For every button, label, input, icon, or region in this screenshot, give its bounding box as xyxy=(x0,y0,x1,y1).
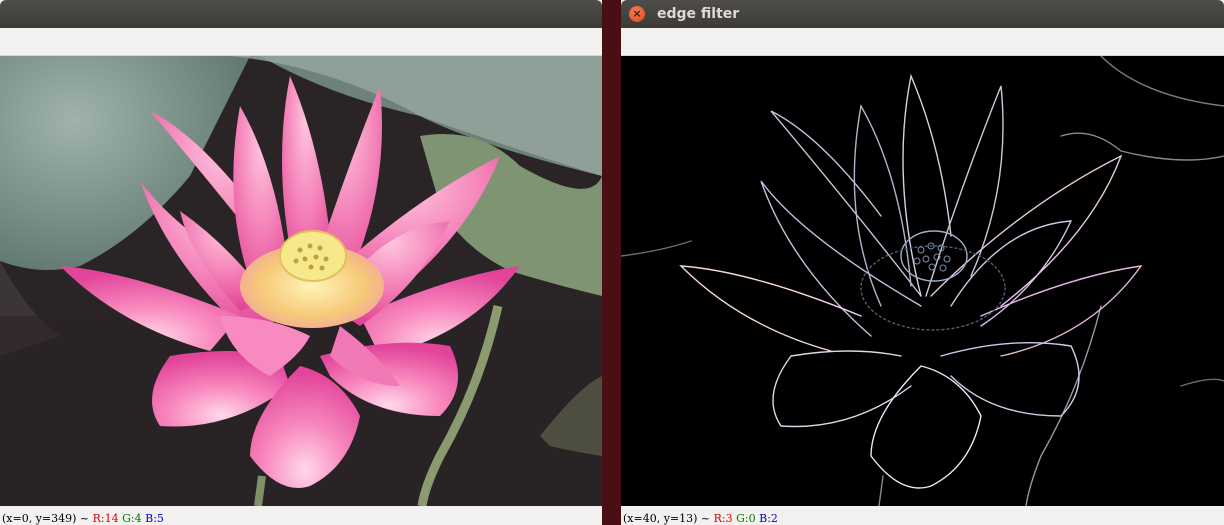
toolbar-original xyxy=(0,28,602,56)
lotus-image xyxy=(0,56,602,506)
status-bar-edge-filter: (x=40, y=13) ~ R:3 G:0 B:2 xyxy=(621,506,1224,525)
pixel-coordinates: (x=40, y=13) ~ xyxy=(623,512,714,525)
edge-image xyxy=(621,56,1224,506)
image-canvas-original[interactable] xyxy=(0,56,602,506)
titlebar-original[interactable] xyxy=(0,0,602,28)
image-canvas-edge[interactable] xyxy=(621,56,1224,506)
status-bar-original: (x=0, y=349) ~ R:14 G:4 B:5 xyxy=(0,506,602,525)
toolbar-edge-filter xyxy=(621,28,1224,56)
pixel-green-value: G:4 xyxy=(122,512,142,525)
pixel-green-value: G:0 xyxy=(736,512,756,525)
window-title-edge-filter: edge filter xyxy=(657,6,740,22)
titlebar-edge-filter[interactable]: × edge filter xyxy=(621,0,1224,28)
original-image-window: (x=0, y=349) ~ R:14 G:4 B:5 xyxy=(0,0,602,525)
pixel-coordinates: (x=0, y=349) ~ xyxy=(2,512,93,525)
edge-filter-window: × edge filter (x=40, y=13) ~ R:3 G:0 B:2 xyxy=(621,0,1224,525)
pixel-red-value: R:3 xyxy=(713,512,733,525)
pixel-red-value: R:14 xyxy=(92,512,119,525)
close-icon[interactable]: × xyxy=(629,6,645,22)
pixel-blue-value: B:5 xyxy=(145,512,164,525)
pixel-blue-value: B:2 xyxy=(759,512,778,525)
